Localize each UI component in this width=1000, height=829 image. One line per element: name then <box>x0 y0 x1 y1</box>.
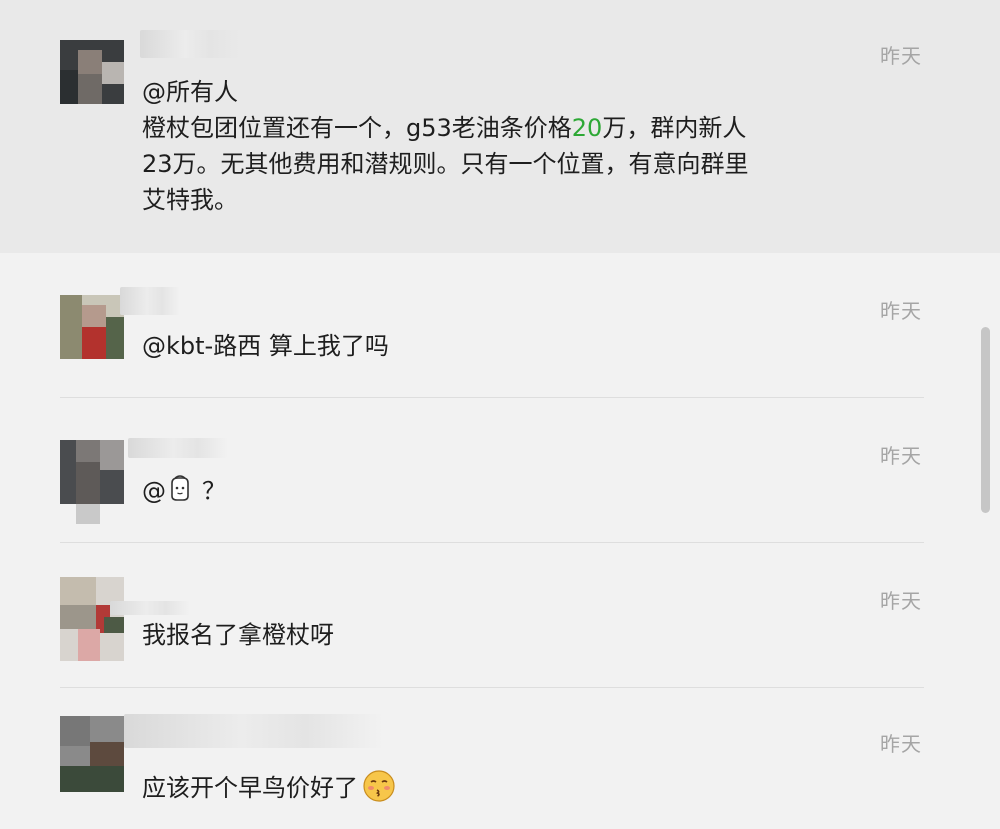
message-time: 昨天 <box>880 444 922 468</box>
message-text: @所有人 橙杖包团位置还有一个，g53老油条价格20万，群内新人 23万。无其他… <box>142 74 749 218</box>
sender-name-blurred <box>124 714 384 748</box>
avatar[interactable] <box>60 40 124 104</box>
scrollbar-thumb[interactable] <box>981 327 990 513</box>
avatar[interactable] <box>60 577 124 661</box>
message-item-4[interactable]: 昨天 我报名了拿橙杖呀 <box>0 543 1000 688</box>
message-text: 应该开个早鸟价好了 <box>142 770 396 806</box>
message-time: 昨天 <box>880 589 922 613</box>
message-item-5[interactable]: 昨天 应该开个早鸟价好了 <box>0 688 1000 829</box>
message-time: 昨天 <box>880 299 922 323</box>
message-text: @kbt-路西 算上我了吗 <box>142 332 389 360</box>
text-segment: 万，群内新人 <box>602 114 747 142</box>
message-text: @ ？ <box>142 473 226 509</box>
chat-search-results-panel: 昨天 @所有人 橙杖包团位置还有一个，g53老油条价格20万，群内新人 23万。… <box>0 0 1000 829</box>
message-time: 昨天 <box>880 44 922 68</box>
message-time: 昨天 <box>880 732 922 756</box>
message-item-2[interactable]: 昨天 @kbt-路西 算上我了吗 <box>0 253 1000 398</box>
mention-symbol: @ <box>142 477 166 505</box>
sender-name-blurred <box>140 30 240 58</box>
message-line-3: 23万。无其他费用和潜规则。只有一个位置，有意向群里 <box>142 150 749 178</box>
sender-name-blurred <box>120 287 180 315</box>
sender-name-blurred <box>110 601 190 615</box>
message-line-2: 橙杖包团位置还有一个，g53老油条价格20万，群内新人 <box>142 110 749 146</box>
avatar[interactable] <box>60 295 124 359</box>
text-segment: 橙杖包团位置还有一个，g53老油条价格 <box>142 114 572 142</box>
avatar[interactable] <box>60 716 124 792</box>
message-mention-line: @所有人 <box>142 78 238 106</box>
message-text: 我报名了拿橙杖呀 <box>142 621 334 649</box>
avatar[interactable] <box>60 440 124 524</box>
sender-name-blurred <box>128 438 228 458</box>
price-highlight: 20 <box>571 114 603 142</box>
message-text-body: 应该开个早鸟价好了 <box>142 774 358 802</box>
face-emoji-icon <box>171 475 189 501</box>
blushing-kiss-emoji-icon <box>363 770 395 802</box>
question-mark: ？ <box>202 477 226 505</box>
message-item-3[interactable]: 昨天 @ ？ <box>0 398 1000 543</box>
message-item-1[interactable]: 昨天 @所有人 橙杖包团位置还有一个，g53老油条价格20万，群内新人 23万。… <box>0 0 1000 253</box>
message-line-4: 艾特我。 <box>142 186 238 214</box>
